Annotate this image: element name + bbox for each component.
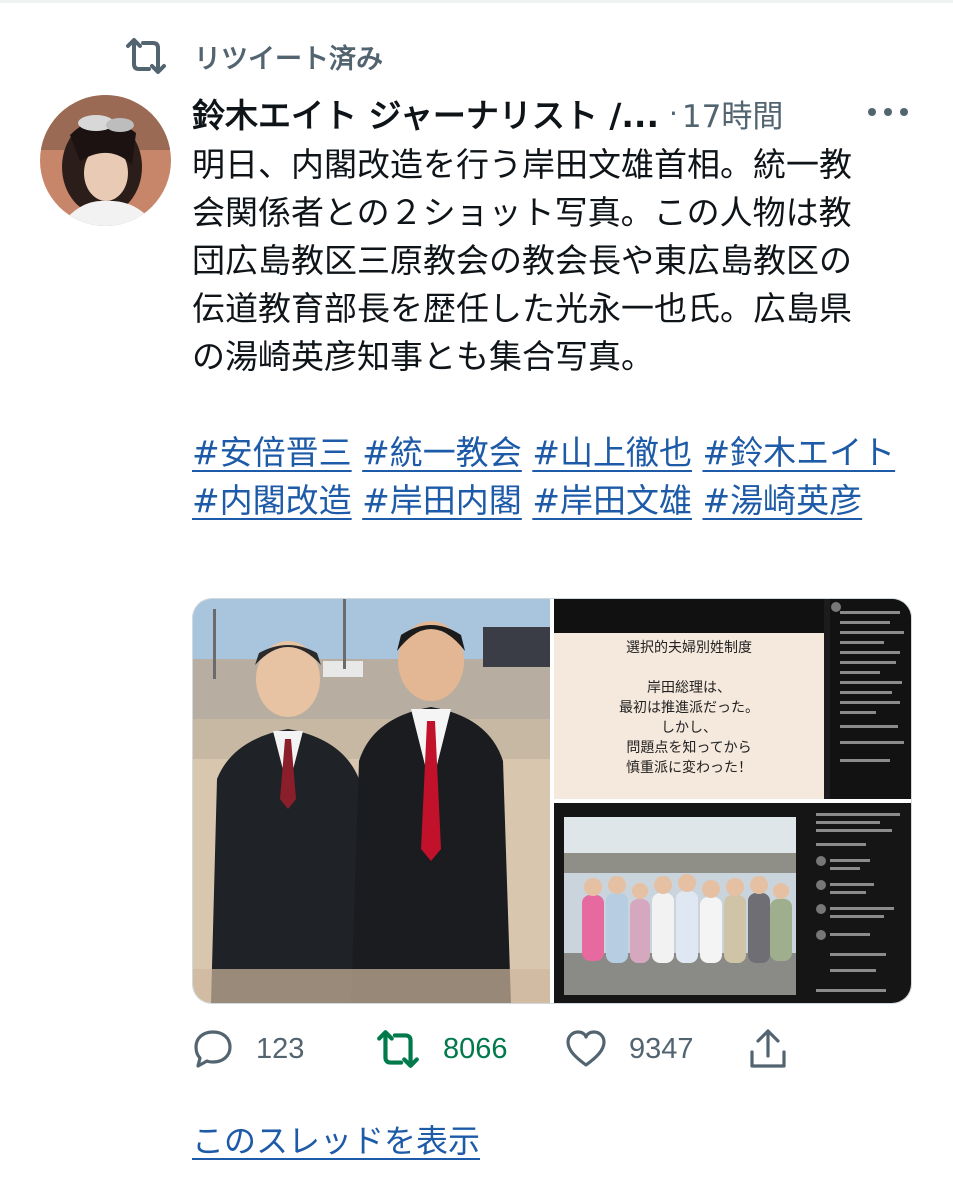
hashtag-link[interactable]: #岸田文雄 <box>532 481 692 520</box>
tweet-actions: 123 8066 9347 <box>192 1024 912 1074</box>
reply-button[interactable]: 123 <box>192 1024 304 1074</box>
tweet-text-line: 会関係者との２ショット写真。この人物は教 <box>192 193 852 232</box>
retweet-icon <box>377 1030 419 1068</box>
more-dot <box>884 108 892 116</box>
tweet-text-line: 明日、内閣改造を行う岸田文雄首相。統一教 <box>192 145 852 184</box>
hashtag-link[interactable]: #山上徹也 <box>532 433 692 472</box>
more-options-button[interactable] <box>868 100 908 124</box>
tweet-text-line: 団広島教区三原教会の教会長や東広島教区の <box>192 241 852 280</box>
retweet-context-label: リツイート済み <box>194 43 383 75</box>
hashtag-link[interactable]: #内閣改造 <box>192 481 352 520</box>
hashtag-link[interactable]: #統一教会 <box>362 433 522 472</box>
slide-line: 岸田総理は、 <box>647 679 731 695</box>
hashtag-link[interactable]: #鈴木エイト <box>702 433 895 472</box>
hashtag-link[interactable]: #安倍晋三 <box>192 433 352 472</box>
slide-line: 問題点を知ってから <box>626 739 752 755</box>
photo-two-men[interactable] <box>193 599 550 1003</box>
retweet-count: 8066 <box>443 1032 508 1065</box>
share-button[interactable] <box>748 1024 788 1074</box>
tweet-text-line: の湯崎英彦知事とも集合写真。 <box>192 337 654 376</box>
reply-count: 123 <box>256 1032 305 1065</box>
top-divider <box>0 0 953 3</box>
photo-group-screenshot[interactable] <box>554 803 911 1003</box>
hashtag-link[interactable]: #岸田内閣 <box>362 481 522 520</box>
slide-line: 最初は推進派だった。 <box>619 699 759 715</box>
slide-line: 慎重派に変わった！ <box>626 759 752 775</box>
slide-line <box>554 657 824 677</box>
photo-image <box>193 599 550 1003</box>
photo-slide-screenshot[interactable]: 選択的夫婦別姓制度 岸田総理は、 最初は推進派だった。 しかし、 問題点を知って… <box>554 599 911 799</box>
media-grid: 選択的夫婦別姓制度 岸田総理は、 最初は推進派だった。 しかし、 問題点を知って… <box>192 598 912 1004</box>
tweet-text-line: 伝道教育部長を歴任した光永一也氏。広島県 <box>192 289 852 328</box>
more-dot <box>900 108 908 116</box>
slide-text: 選択的夫婦別姓制度 岸田総理は、 最初は推進派だった。 しかし、 問題点を知って… <box>554 637 824 777</box>
hashtag-list: #安倍晋三 #統一教会 #山上徹也 #鈴木エイト #内閣改造 #岸田内閣 #岸田… <box>192 429 910 525</box>
share-icon <box>750 1029 786 1068</box>
retweet-button[interactable]: 8066 <box>375 1024 508 1074</box>
tweet-text: 明日、内閣改造を行う岸田文雄首相。統一教 会関係者との２ショット写真。この人物は… <box>192 141 910 525</box>
show-thread-link[interactable]: このスレッドを表示 <box>192 1116 480 1162</box>
hashtag-link[interactable]: #湯崎英彦 <box>702 481 862 520</box>
timestamp[interactable]: 17時間 <box>682 91 783 136</box>
avatar-photo <box>40 95 171 226</box>
slide-line: 選択的夫婦別姓制度 <box>626 639 752 655</box>
retweet-icon <box>126 38 166 74</box>
avatar[interactable] <box>40 95 171 226</box>
author-name[interactable]: 鈴木エイト ジャーナリスト /... <box>192 89 659 137</box>
like-button[interactable]: 9347 <box>565 1024 694 1074</box>
like-count: 9347 <box>629 1032 694 1065</box>
slide-line: しかし、 <box>661 719 717 735</box>
reply-icon <box>194 1030 232 1068</box>
heart-icon <box>566 1030 606 1067</box>
more-dots-icon <box>868 108 876 116</box>
group-photo-image <box>554 803 911 1003</box>
time-separator: · <box>669 96 678 130</box>
retweet-context: リツイート済み <box>124 36 383 76</box>
tweet-header: 鈴木エイト ジャーナリスト /... · 17時間 <box>192 88 922 138</box>
